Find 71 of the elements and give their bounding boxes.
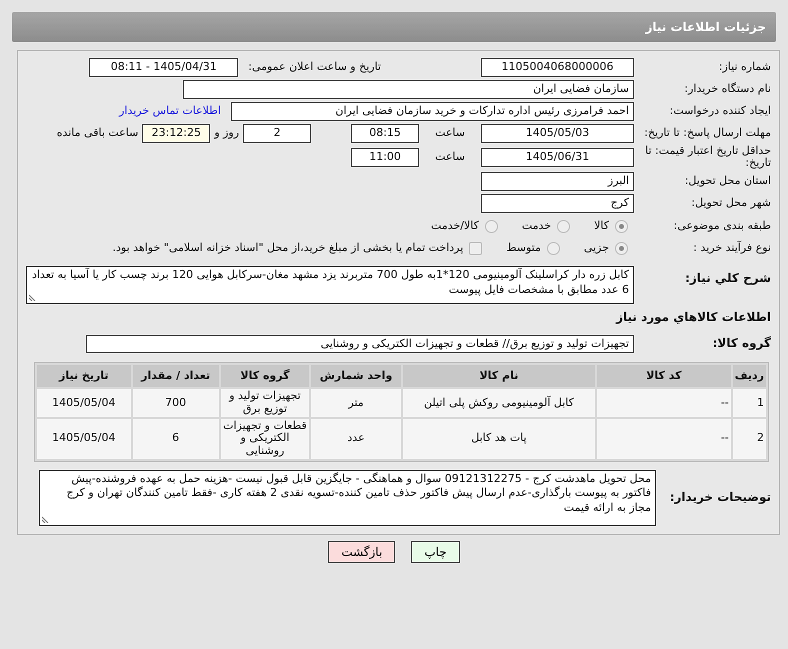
input-field[interactable]: 11:00 xyxy=(351,148,420,167)
field-label: طبقه بندی موضوعی: xyxy=(672,220,771,232)
remaining-label: ساعت باقی مانده xyxy=(56,124,138,141)
back-button[interactable]: بازگشت xyxy=(328,540,396,563)
resize-grip-icon[interactable] xyxy=(42,516,49,523)
table-cell: قطعات و تجهیزات الکتریکی و روشنایی xyxy=(220,418,310,459)
input-field[interactable]: احمد فرامرزی رئیس اداره تداركات و خرید سازمان فضایی ایران xyxy=(231,102,634,120)
field-label: استان محل تحویل: xyxy=(684,175,771,188)
radio-button[interactable] xyxy=(546,242,560,255)
table-cell: عدد xyxy=(311,418,401,459)
input-field[interactable]: 1405/04/31 - 08:11 xyxy=(89,58,238,76)
days-label: روز و xyxy=(214,124,240,141)
field-label: شرح کلي نیاز: xyxy=(684,270,771,286)
radio-button[interactable] xyxy=(615,242,628,255)
table-cell: 1 xyxy=(732,389,766,417)
input-field[interactable]: سازمان فضایی ایران xyxy=(183,80,634,98)
input-field[interactable]: 1405/06/31 xyxy=(481,148,634,167)
field-label: حداقل تاریخ اعتبار قیمت: تا تاریخ: xyxy=(644,145,771,170)
page-title: جزئیات اطلاعات نیاز xyxy=(12,12,776,42)
field-label: تاریخ و ساعت اعلان عمومی: xyxy=(248,58,381,75)
description-field[interactable]: کابل زره دار کراسلینک آلومینیومی 120*1به طول 700 متربرند یزد مشهد مغان-سرکابل هوایی 120 برند چسب کار یا آسیا به تعداد 6 عدد مطابق با مشخصات فایل پیوست xyxy=(26,266,634,304)
field-label: شماره نیاز: xyxy=(718,60,771,74)
field-label: ایجاد کننده درخواست: xyxy=(668,104,771,118)
section-heading: اطلاعات کالاهاي مورد نیاز xyxy=(614,308,771,326)
table-cell: متر xyxy=(311,389,401,417)
contact-link[interactable]: اطلاعات تماس خریدار xyxy=(119,102,221,120)
resize-grip-icon[interactable] xyxy=(29,294,36,301)
table-cell: پات هد کابل xyxy=(402,418,596,459)
option-label: جزیی xyxy=(584,240,609,256)
table-cell: -- xyxy=(597,418,731,459)
column-header: کد کالا xyxy=(597,364,731,388)
table-cell: 2 xyxy=(732,418,766,459)
checkbox-label: پرداخت تمام یا بخشی از مبلغ خرید،از محل "اسناد خزانه اسلامی" خواهد بود. xyxy=(112,240,464,256)
option-label: کالا/خدمت xyxy=(431,218,479,234)
table-cell: کابل آلومینیومی روکش پلی اتیلن xyxy=(402,389,596,417)
table-cell: -- xyxy=(597,389,731,417)
input-field[interactable]: کرج xyxy=(481,194,634,213)
radio-button[interactable] xyxy=(484,220,498,233)
print-button[interactable]: چاپ xyxy=(411,540,460,563)
radio-button[interactable] xyxy=(557,220,570,233)
input-field[interactable]: 23:12:25 xyxy=(142,124,210,142)
column-header: تاریخ نیاز xyxy=(37,364,131,388)
option-label: کالا xyxy=(594,218,609,234)
field-label: گروه کالا: xyxy=(712,337,771,350)
input-field[interactable]: البرز xyxy=(481,172,634,191)
input-field[interactable]: 1405/05/03 xyxy=(481,124,634,142)
option-label: خدمت xyxy=(522,218,552,234)
input-field[interactable]: تجهیزات تولید و توزیع برق// قطعات و تجهیزات الکتریکی و روشنایی xyxy=(86,334,634,353)
column-header: واحد شمارش xyxy=(311,364,401,388)
buyer-notes-field[interactable]: محل تحویل ماهدشت کرج - 09121312275 سوال و هماهنگی - جایگزین قابل قبول نیست -هزینه حمل به عهده فروشنده-پیش فاکتور به پیوست بارگذاری-عدم ارسال پیش فاکتور حذف تامین کننده-تسویه نقدی 2 هفته کاری -فقط تامین کنندگان تهران و کرج مجاز به ارائه قیمت xyxy=(39,470,656,526)
option-label: متوسط xyxy=(506,240,541,256)
time-label: ساعت xyxy=(435,148,465,165)
field-label: نام دستگاه خریدار: xyxy=(683,82,771,96)
column-header: ردیف xyxy=(732,364,766,388)
radio-button[interactable] xyxy=(615,220,628,233)
input-field[interactable]: 2 xyxy=(243,124,312,142)
field-label: نوع فرآیند خرید : xyxy=(692,242,771,254)
field-label: مهلت ارسال پاسخ: تا تاریخ: xyxy=(643,126,771,140)
table-cell: 6 xyxy=(132,418,219,459)
field-label: شهر محل تحویل: xyxy=(690,197,771,210)
table-cell: 700 xyxy=(132,389,219,417)
table-cell: تجهیزات تولید و توزیع برق xyxy=(220,389,310,417)
column-header: تعداد / مقدار xyxy=(132,364,219,388)
table-cell: 1405/05/04 xyxy=(37,389,131,417)
table-cell: 1405/05/04 xyxy=(37,418,131,459)
column-header: نام کالا xyxy=(402,364,596,388)
input-field[interactable]: 08:15 xyxy=(351,124,420,142)
input-field[interactable]: 1105004068000006 xyxy=(481,58,634,76)
checkbox[interactable] xyxy=(469,242,482,255)
time-label: ساعت xyxy=(435,124,465,141)
column-header: گروه کالا xyxy=(220,364,310,388)
